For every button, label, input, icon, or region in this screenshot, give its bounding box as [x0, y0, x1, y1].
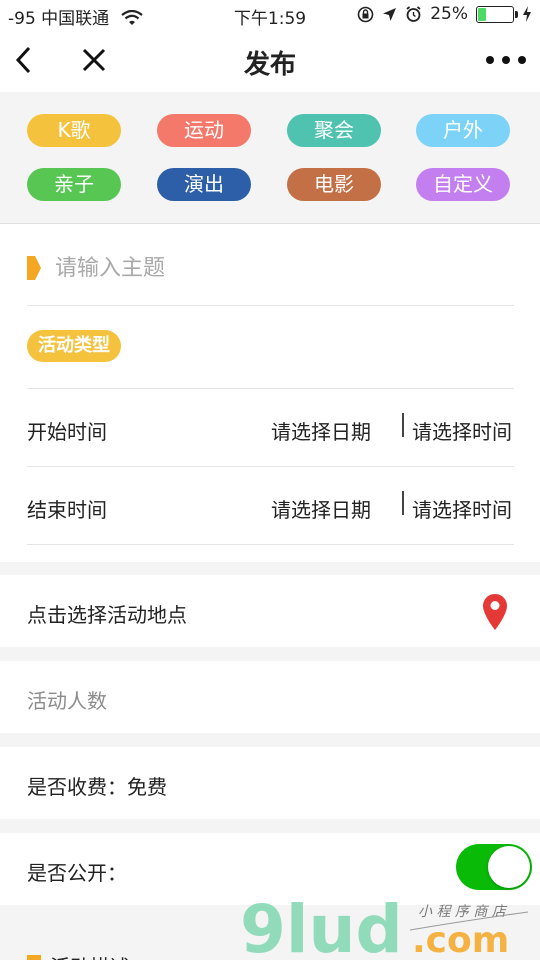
nav-bar: 发布: [0, 30, 540, 92]
alarm-icon: [406, 5, 421, 22]
more-button[interactable]: [486, 44, 526, 76]
status-bar: -95 中国联通 下午1:59 25%: [0, 0, 540, 30]
tag-show[interactable]: 演出: [157, 168, 251, 201]
fee-value[interactable]: 免费: [127, 775, 167, 799]
svg-text:小 程 序 商 店: 小 程 序 商 店: [418, 904, 508, 920]
activity-type-row: 活动类型: [27, 306, 514, 389]
public-toggle[interactable]: [456, 844, 532, 890]
tag-outdoor[interactable]: 户外: [416, 114, 510, 147]
battery-level: [478, 7, 487, 21]
flag-marker-icon: [27, 955, 41, 960]
activity-type-badge[interactable]: 活动类型: [27, 330, 121, 362]
tag-movie[interactable]: 电影: [287, 168, 381, 201]
fee-text: 是否收费：免费: [27, 771, 167, 800]
tag-sports[interactable]: 运动: [157, 114, 251, 147]
more-dot-icon: [518, 56, 526, 64]
svg-text:9lud: 9lud: [240, 891, 403, 960]
location-arrow-icon: [383, 7, 397, 21]
start-time-row: 开始时间 请选择日期 请选择时间: [27, 389, 514, 467]
start-time-label: 开始时间: [27, 420, 107, 444]
battery-icon: [476, 5, 518, 23]
svg-text:.com: .com: [412, 920, 509, 960]
end-time-row: 结束时间 请选择日期 请选择时间: [27, 467, 514, 545]
page-title: 发布: [243, 50, 296, 80]
public-label: 是否公开：: [27, 861, 127, 885]
watermark-logo: 9lud .com 小 程 序 商 店: [240, 891, 529, 960]
topic-input[interactable]: [55, 250, 495, 286]
start-date-picker[interactable]: 请选择日期: [271, 416, 371, 445]
activity-form: 活动类型 开始时间 请选择日期 请选择时间 结束时间 请选择日期 请选择时间: [0, 224, 540, 562]
fee-row[interactable]: 是否收费：免费: [0, 747, 540, 819]
location-label: 点击选择活动地点: [27, 603, 187, 627]
people-count-row[interactable]: 活动人数: [0, 661, 540, 733]
flag-marker-icon: [27, 256, 41, 280]
more-dot-icon: [486, 56, 494, 64]
toggle-knob: [488, 846, 530, 888]
status-right: 25%: [357, 4, 532, 24]
map-pin-icon[interactable]: [482, 593, 508, 631]
category-tags: K歌 运动 聚会 户外 亲子 演出 电影 自定义: [0, 92, 540, 224]
tag-k-song[interactable]: K歌: [27, 114, 121, 147]
start-time-picker[interactable]: 请选择时间: [412, 416, 512, 445]
tag-party[interactable]: 聚会: [287, 114, 381, 147]
more-dot-icon: [502, 56, 510, 64]
divider: [402, 491, 404, 515]
tag-family[interactable]: 亲子: [27, 168, 121, 201]
orientation-lock-icon: [357, 6, 374, 22]
location-row[interactable]: 点击选择活动地点: [0, 575, 540, 647]
battery-percent: 25%: [430, 4, 468, 24]
divider: [402, 413, 404, 437]
end-time-label: 结束时间: [27, 498, 107, 522]
end-date-picker[interactable]: 请选择日期: [271, 494, 371, 523]
fee-label: 是否收费：: [27, 775, 127, 799]
end-time-picker[interactable]: 请选择时间: [412, 494, 512, 523]
people-count-input[interactable]: 活动人数: [27, 685, 107, 714]
topic-row: [27, 248, 514, 306]
tag-custom[interactable]: 自定义: [416, 168, 510, 201]
charging-icon: [523, 6, 531, 22]
description-label: 活动描述: [50, 951, 130, 960]
